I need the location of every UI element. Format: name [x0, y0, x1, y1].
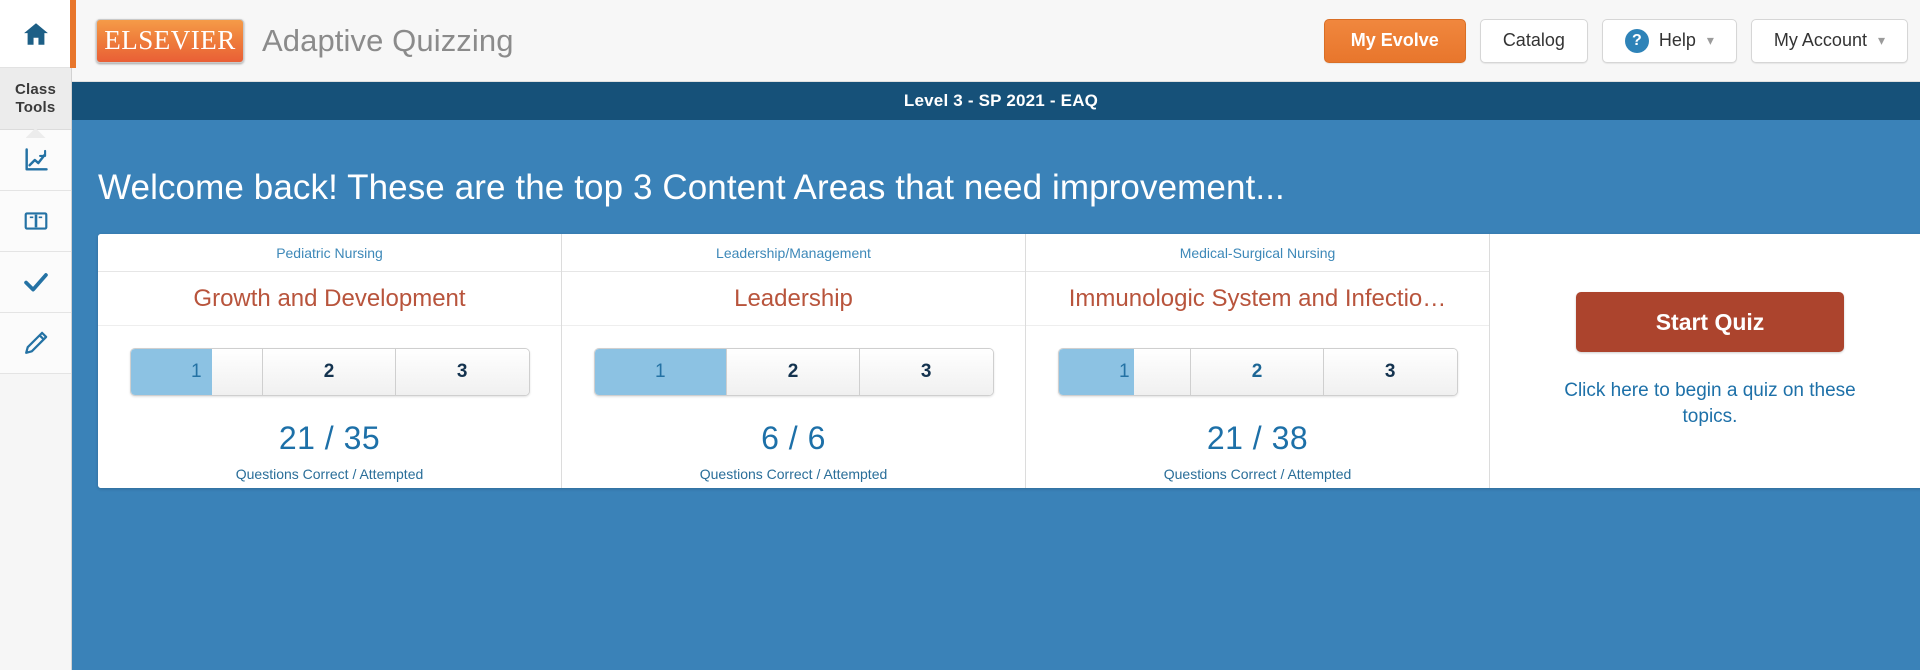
card-topic: Growth and Development	[98, 272, 561, 326]
class-tools-line2: Tools	[15, 98, 56, 116]
quiz-action-column: Start Quiz Click here to begin a quiz on…	[1490, 234, 1920, 488]
sidebar-item-home[interactable]	[0, 0, 71, 68]
sidebar-item-lessons[interactable]	[0, 191, 71, 252]
my-account-menu-button[interactable]: My Account ▾	[1750, 18, 1908, 63]
card-topic-text: Growth and Development	[193, 284, 466, 312]
card-category: Medical-Surgical Nursing	[1026, 234, 1489, 272]
level-number: 1	[655, 361, 666, 382]
chart-line-icon	[21, 146, 51, 174]
question-circle-icon: ?	[1624, 28, 1649, 53]
content-areas-panel: Pediatric Nursing Growth and Development…	[98, 234, 1920, 488]
sidebar-item-performance[interactable]	[0, 130, 71, 191]
level-segment-1[interactable]: 1	[130, 349, 264, 395]
elsevier-logo: ELSEVIER	[96, 18, 244, 63]
sidebar-item-assignments[interactable]	[0, 252, 71, 313]
my-account-label: My Account	[1773, 30, 1867, 50]
card-score-label: Questions Correct / Attempted	[1163, 466, 1352, 482]
level-number: 3	[1384, 361, 1396, 382]
chevron-down-icon: ▾	[1877, 32, 1885, 48]
content-area-card: Pediatric Nursing Growth and Development…	[98, 234, 562, 488]
card-category: Leadership/Management	[562, 234, 1025, 272]
level-segment-1[interactable]: 1	[1058, 349, 1192, 395]
rail-accent-bar	[70, 0, 76, 68]
card-score-label: Questions Correct / Attempted	[235, 466, 424, 482]
card-topic-text: Leadership	[734, 284, 853, 312]
start-quiz-hint: Click here to begin a quiz on these topi…	[1564, 380, 1856, 427]
left-nav-rail: Class Tools	[0, 0, 76, 670]
sidebar-item-notes[interactable]	[0, 313, 71, 374]
card-score: 21 / 35	[278, 420, 381, 456]
help-menu-button[interactable]: ? Help ▾	[1601, 18, 1737, 63]
level-number: 3	[456, 361, 468, 382]
help-label: Help	[1658, 30, 1696, 50]
course-title: Level 3 - SP 2021 - EAQ	[903, 91, 1099, 110]
welcome-heading: Welcome back! These are the top 3 Conten…	[98, 168, 1285, 207]
card-score: 21 / 38	[1206, 420, 1309, 456]
top-header-bar: ELSEVIER Adaptive Quizzing My Evolve Cat…	[72, 0, 1920, 82]
level-number: 1	[191, 361, 202, 382]
level-progress-group[interactable]: 1 2 3	[129, 348, 530, 396]
main-region: ELSEVIER Adaptive Quizzing My Evolve Cat…	[72, 0, 1920, 670]
level-segment-3[interactable]: 3	[1323, 349, 1457, 395]
level-segment-3[interactable]: 3	[395, 349, 529, 395]
level-number: 1	[1119, 361, 1130, 382]
level-segment-3[interactable]: 3	[859, 349, 993, 395]
course-context-bar: Level 3 - SP 2021 - EAQ	[72, 82, 1920, 120]
dashboard-body: Welcome back! These are the top 3 Conten…	[72, 120, 1920, 670]
check-icon	[20, 268, 52, 296]
card-score: 6 / 6	[761, 420, 826, 456]
card-topic: Immunologic System and Infectio…	[1026, 272, 1489, 326]
card-score-label: Questions Correct / Attempted	[699, 466, 888, 482]
level-progress-group[interactable]: 1 2 3	[1057, 348, 1458, 396]
level-number: 2	[1251, 361, 1263, 382]
pencil-icon	[22, 329, 50, 357]
class-tools-line1: Class	[14, 81, 57, 99]
product-title: Adaptive Quizzing	[262, 22, 514, 58]
level-segment-2[interactable]: 2	[263, 349, 396, 395]
my-evolve-button[interactable]: My Evolve	[1323, 18, 1466, 63]
book-icon	[21, 208, 51, 234]
level-number: 3	[920, 361, 932, 382]
start-quiz-button[interactable]: Start Quiz	[1576, 292, 1844, 353]
card-topic-text: Immunologic System and Infectio…	[1068, 284, 1447, 312]
chevron-down-icon: ▾	[1706, 32, 1714, 48]
level-progress-group[interactable]: 1 2 3	[593, 348, 994, 396]
card-category: Pediatric Nursing	[98, 234, 561, 272]
content-area-card: Medical-Surgical Nursing Immunologic Sys…	[1026, 234, 1490, 488]
level-number: 2	[787, 361, 799, 382]
content-area-card: Leadership/Management Leadership 1 2 3 6…	[562, 234, 1026, 488]
level-segment-1[interactable]: 1	[594, 349, 728, 395]
class-tools-label: Class Tools	[0, 68, 71, 138]
card-topic: Leadership	[562, 272, 1025, 326]
level-segment-2[interactable]: 2	[1191, 349, 1324, 395]
adaptive-quizzing-app: Class Tools ELSEVIER Adaptive Quizzing M…	[0, 0, 1920, 670]
level-segment-2[interactable]: 2	[727, 349, 860, 395]
catalog-button[interactable]: Catalog	[1479, 18, 1588, 63]
level-number: 2	[323, 361, 335, 382]
home-icon	[21, 20, 51, 48]
